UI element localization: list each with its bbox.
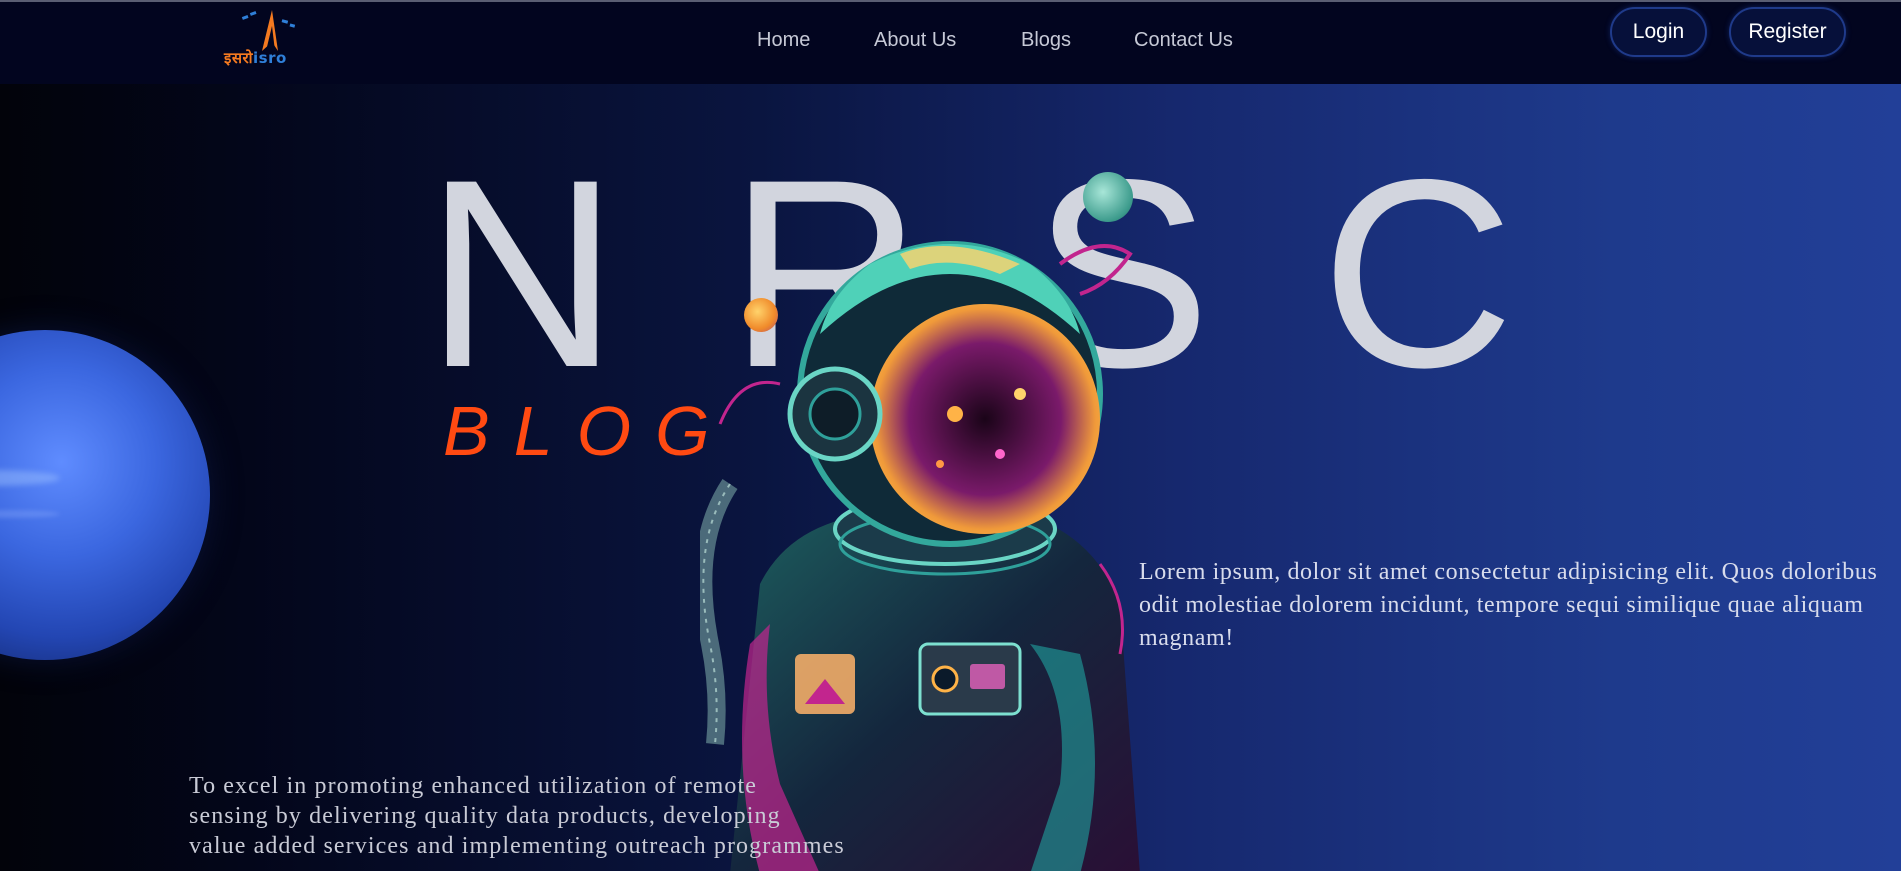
nav-link-contact-us[interactable]: Contact Us (1134, 29, 1233, 52)
mission-line-3: value added services and implementing ou… (189, 833, 845, 859)
mission-line-2: sensing by delivering quality data produ… (189, 803, 781, 829)
hero-section: NRSC BLOG (0, 84, 1901, 871)
hero-subtitle: BLOG (443, 392, 734, 470)
nav-link-home[interactable]: Home (757, 29, 810, 52)
mission-statement: To excel in promoting enhanced utilizati… (189, 771, 949, 861)
planet-image (0, 330, 210, 660)
mission-line-1: To excel in promoting enhanced utilizati… (189, 773, 758, 799)
main-nav: Home About Us Blogs Contact Us Login Reg… (0, 2, 1901, 84)
login-button[interactable]: Login (1610, 7, 1707, 57)
hero-description: Lorem ipsum, dolor sit amet consectetur … (1139, 559, 1878, 651)
teal-moon-image (1083, 172, 1133, 222)
register-button[interactable]: Register (1729, 7, 1846, 57)
navbar: इसरोisro Home About Us Blogs Contact Us … (0, 2, 1901, 84)
nav-link-about-us[interactable]: About Us (874, 29, 956, 52)
nav-link-blogs[interactable]: Blogs (1021, 29, 1071, 52)
